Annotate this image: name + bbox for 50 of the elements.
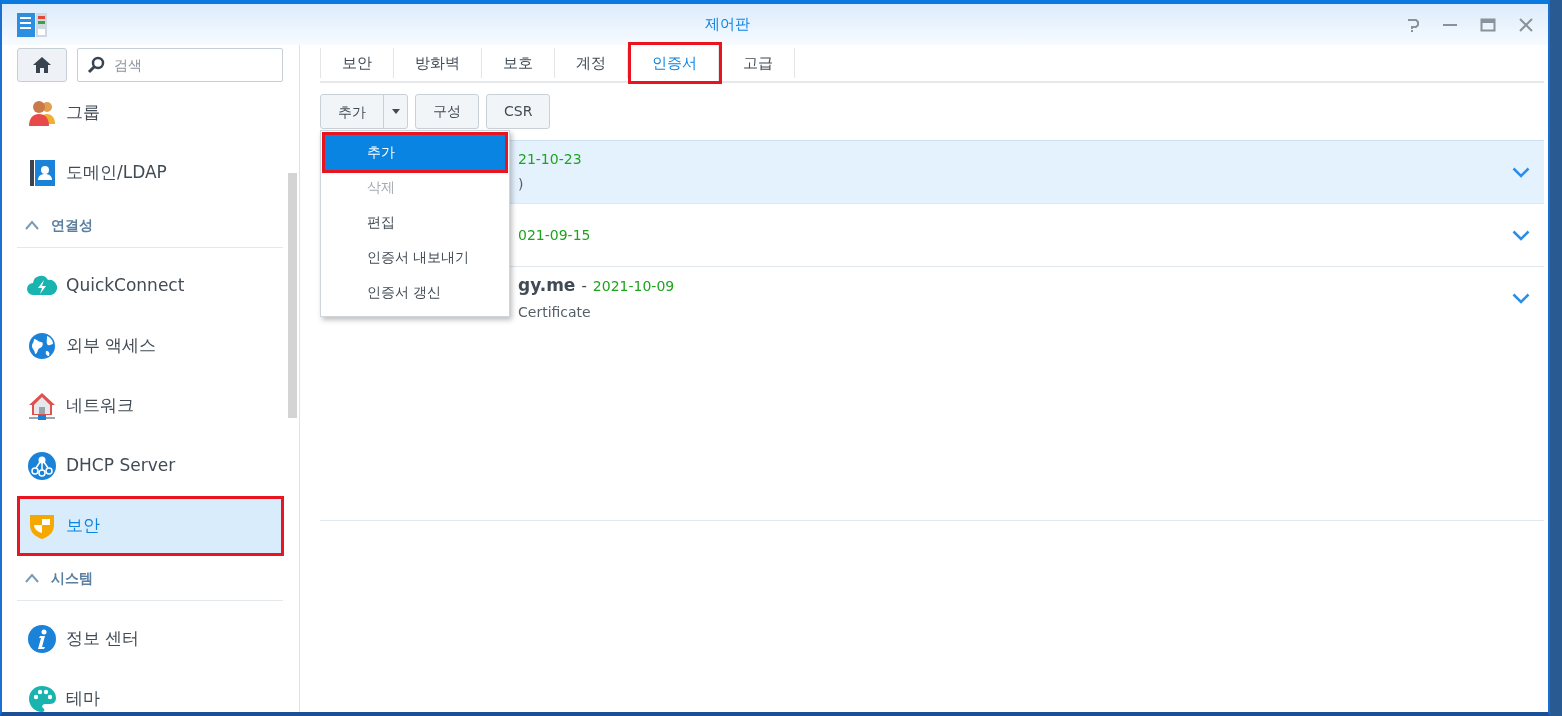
sidebar-item[interactable]: 그룹 — [17, 83, 284, 143]
separator-text: - — [581, 275, 587, 297]
tab[interactable]: 방화벽 — [394, 48, 482, 78]
help-icon[interactable] — [1406, 16, 1420, 33]
caret-icon — [391, 109, 400, 114]
expiry-date: 021-09-15 — [518, 225, 591, 245]
menu-item[interactable]: 편집 — [325, 205, 505, 240]
chevron-down-icon[interactable] — [1512, 229, 1530, 241]
certificate-description: Certificate — [518, 303, 592, 323]
section-header[interactable]: 연결성 — [17, 203, 283, 248]
home-button[interactable] — [17, 48, 67, 82]
menu-item[interactable]: 추가 — [325, 135, 505, 170]
sidebar-item[interactable]: QuickConnect — [17, 256, 284, 316]
maximize-icon[interactable] — [1480, 17, 1496, 32]
chevron-down-icon[interactable] — [1512, 166, 1530, 178]
section-label: 시스템 — [51, 568, 93, 588]
close-icon[interactable] — [1518, 16, 1534, 33]
section-header[interactable]: 시스템 — [17, 556, 283, 601]
scrollbar[interactable] — [288, 173, 297, 418]
sidebar-item[interactable]: DHCP Server — [17, 436, 284, 496]
tab[interactable]: 보호 — [482, 48, 555, 78]
network-icon — [27, 451, 57, 481]
globe-icon — [27, 331, 57, 361]
toolbar-button[interactable]: 구성 — [415, 94, 479, 129]
sidebar-item[interactable]: 테마 — [17, 669, 284, 712]
window-title: 제어판 — [703, 14, 751, 36]
expiry-date: 21-10-23 — [518, 150, 582, 169]
info-icon — [27, 624, 57, 654]
sidebar-item[interactable]: 도메인/LDAP — [17, 143, 284, 203]
certificate-description: ) — [518, 175, 525, 194]
tab[interactable]: 계정 — [555, 48, 628, 78]
search-field[interactable]: 검색 — [77, 48, 283, 82]
users-icon — [27, 98, 57, 128]
toolbar-button[interactable]: CSR — [486, 94, 551, 129]
sidebar-item[interactable]: 정보 센터 — [17, 609, 284, 669]
menu-item[interactable]: 인증서 갱신 — [325, 275, 505, 310]
sidebar-item[interactable]: 외부 액세스 — [17, 316, 284, 376]
sidebar-item[interactable]: 네트워크 — [17, 376, 284, 436]
palette-icon — [27, 684, 57, 712]
expiry-date: 2021-10-09 — [592, 276, 675, 296]
certificate-name: gy.me — [518, 273, 576, 297]
house-icon — [27, 391, 57, 421]
chevron-down-icon[interactable] — [1512, 292, 1530, 304]
control-panel-icon — [16, 10, 48, 39]
tab[interactable]: 보안 — [320, 48, 394, 78]
address-book-icon — [27, 158, 57, 188]
tab[interactable]: 인증서 — [631, 45, 719, 81]
section-label: 연결성 — [51, 215, 93, 235]
home-icon — [32, 56, 52, 74]
tab[interactable]: 고급 — [722, 48, 795, 78]
